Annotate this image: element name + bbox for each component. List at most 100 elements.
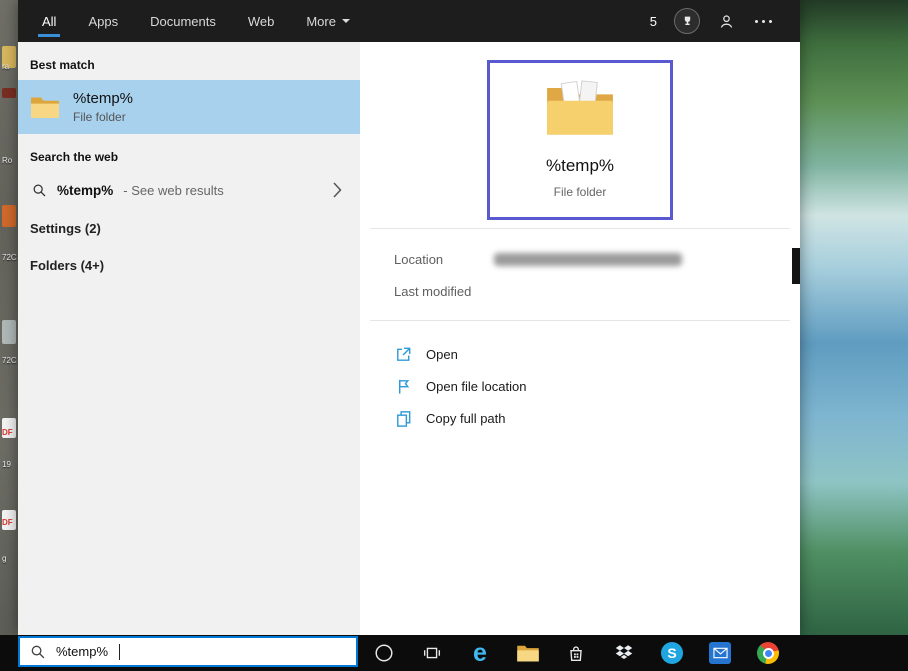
best-match-text: %temp% File folder [73, 90, 133, 124]
desktop-icon-label: DF [2, 428, 13, 437]
action-copy-full-path-label: Copy full path [426, 411, 506, 426]
preview-subtitle: File folder [554, 185, 607, 199]
file-explorer-button[interactable] [504, 635, 552, 671]
user-button[interactable] [717, 12, 736, 31]
preview-actions: Open Open file location [394, 338, 788, 434]
desktop-icon-label: DF [2, 518, 13, 527]
store-button[interactable] [552, 635, 600, 671]
folder-icon-large [540, 77, 620, 141]
search-results-area: Best match %temp% File folder Search the… [18, 42, 800, 635]
tab-web-label: Web [248, 14, 275, 29]
action-open-file-location[interactable]: Open file location [394, 370, 788, 402]
mail-icon [709, 642, 731, 664]
best-match-title: %temp% [73, 90, 133, 107]
tab-apps-label: Apps [88, 14, 118, 29]
dropbox-button[interactable] [600, 635, 648, 671]
desktop-wallpaper [800, 0, 908, 635]
divider [370, 320, 790, 321]
open-file-location-icon [394, 377, 413, 396]
dropbox-icon [613, 642, 635, 664]
web-search-suffix: - See web results [123, 183, 223, 198]
taskbar-search-box[interactable]: %temp% [18, 636, 358, 667]
action-open-file-location-label: Open file location [426, 379, 526, 394]
desktop-icon-label: 72C [2, 253, 17, 262]
desktop-icon-label: g [2, 554, 6, 563]
location-row: Location [394, 252, 682, 267]
edge-button[interactable]: e [456, 635, 504, 671]
copy-icon [394, 409, 413, 428]
desktop-icon-fragment [2, 88, 16, 98]
tab-documents[interactable]: Documents [148, 0, 218, 42]
desktop-icon-label: ra [2, 62, 9, 71]
preview-title: %temp% [546, 156, 614, 176]
best-match-item[interactable]: %temp% File folder [18, 80, 360, 134]
text-cursor [119, 644, 120, 660]
user-icon [717, 12, 736, 31]
tab-documents-label: Documents [150, 14, 216, 29]
last-modified-label: Last modified [394, 284, 494, 299]
tab-web[interactable]: Web [246, 0, 277, 42]
search-the-web-header: Search the web [18, 134, 360, 172]
desktop-icon-label: 72C [2, 356, 17, 365]
more-options-button[interactable] [753, 16, 774, 27]
action-copy-full-path[interactable]: Copy full path [394, 402, 788, 434]
location-label: Location [394, 252, 494, 267]
last-modified-row: Last modified [394, 284, 494, 299]
tab-apps[interactable]: Apps [86, 0, 120, 42]
desktop-artifact [792, 248, 800, 284]
task-view-icon [421, 642, 443, 664]
rewards-button[interactable] [674, 8, 700, 34]
search-icon [30, 644, 46, 660]
desktop-icon-label: 19 [2, 460, 11, 469]
topbar-actions: 5 [650, 0, 800, 42]
action-open[interactable]: Open [394, 338, 788, 370]
open-icon [394, 345, 413, 364]
file-explorer-icon [516, 643, 540, 663]
folder-icon [30, 94, 60, 120]
cortana-button[interactable] [360, 635, 408, 671]
mail-button[interactable] [696, 635, 744, 671]
preview-panel: %temp% File folder Location Last modifie… [360, 42, 800, 635]
expand-web-results-button[interactable] [329, 178, 346, 202]
search-input[interactable]: %temp% [56, 644, 108, 659]
chrome-button[interactable] [744, 635, 792, 671]
tab-all-label: All [42, 14, 56, 29]
chevron-right-icon [333, 182, 342, 198]
trophy-icon [681, 15, 694, 28]
ellipsis-icon [755, 20, 758, 23]
best-match-subtitle: File folder [73, 110, 133, 124]
action-open-label: Open [426, 347, 458, 362]
tab-all[interactable]: All [40, 0, 58, 42]
skype-icon: S [661, 642, 683, 664]
desktop-icon-fragment [2, 205, 16, 227]
edge-icon: e [473, 641, 487, 666]
group-folders[interactable]: Folders (4+) [18, 249, 360, 282]
divider [370, 228, 790, 229]
chrome-icon [757, 642, 779, 664]
store-icon [565, 642, 587, 664]
desktop-icon-label: Ro [2, 156, 12, 165]
best-match-header: Best match [18, 42, 360, 80]
results-list-panel: Best match %temp% File folder Search the… [18, 42, 360, 635]
taskbar-icons: e [360, 635, 792, 671]
tab-more[interactable]: More [304, 0, 352, 42]
web-search-item[interactable]: %temp% - See web results [18, 172, 360, 208]
search-filter-bar: All Apps Documents Web More 5 [18, 0, 800, 42]
rewards-count: 5 [650, 14, 657, 29]
web-search-query: %temp% [57, 183, 113, 198]
filter-tabs: All Apps Documents Web More [40, 0, 352, 42]
search-icon [32, 183, 47, 198]
desktop-icon-fragment [2, 320, 16, 344]
group-folders-label: Folders (4+) [30, 258, 104, 273]
preview-card: %temp% File folder [487, 60, 673, 220]
desktop-edge-strip: ra Ro 72C 72C DF 19 DF g [0, 0, 18, 635]
skype-button[interactable]: S [648, 635, 696, 671]
group-settings-label: Settings (2) [30, 221, 101, 236]
tab-more-label: More [306, 14, 336, 29]
taskbar: %temp% e [0, 635, 908, 671]
task-view-button[interactable] [408, 635, 456, 671]
location-value-redacted [494, 253, 682, 266]
dropdown-arrow-icon [342, 19, 350, 23]
group-settings[interactable]: Settings (2) [18, 212, 360, 245]
screen: ra Ro 72C 72C DF 19 DF g All Apps Docume… [0, 0, 908, 671]
